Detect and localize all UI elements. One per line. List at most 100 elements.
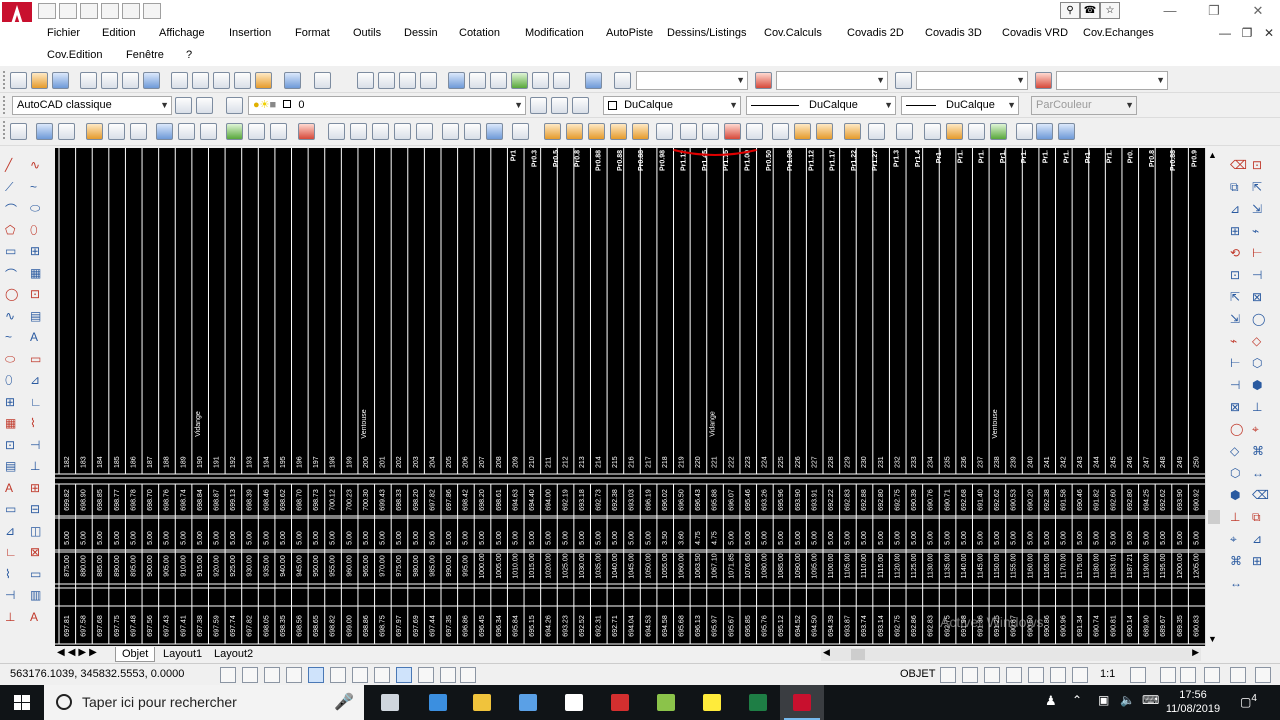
status-toggle-icon-24[interactable] bbox=[1230, 667, 1246, 683]
scroll-down-icon[interactable]: ▼ bbox=[1208, 634, 1217, 644]
covadis-tool-icon-8[interactable] bbox=[178, 123, 195, 140]
movie-maker-icon[interactable] bbox=[644, 685, 688, 720]
dim-tool-icon-7[interactable]: ⊡ bbox=[30, 287, 44, 301]
dim-tool-icon-14[interactable]: ⊣ bbox=[30, 438, 44, 452]
multileader-style-icon[interactable] bbox=[1035, 72, 1052, 89]
menu-cov-echanges[interactable]: Cov.Echanges bbox=[1083, 22, 1154, 44]
modify-tool-icon-15[interactable]: ⬡ bbox=[1230, 466, 1244, 480]
undo-icon[interactable] bbox=[122, 3, 140, 19]
draw-tool-icon-13[interactable]: ▦ bbox=[5, 416, 19, 430]
menu-modification[interactable]: Modification bbox=[525, 22, 584, 44]
covadis-tool-icon-28[interactable] bbox=[656, 123, 673, 140]
3d-dwf-icon[interactable] bbox=[143, 72, 160, 89]
block-editor-icon[interactable] bbox=[255, 72, 272, 89]
covadis-tool-icon-6[interactable] bbox=[130, 123, 147, 140]
coordinates-readout[interactable]: 563176.1039, 345832.5553, 0.0000 bbox=[10, 668, 184, 680]
modify-tool-icon-16[interactable]: ⬢ bbox=[1230, 488, 1244, 502]
inquiry-tool-icon-9[interactable]: ◇ bbox=[1252, 334, 1266, 348]
draw-tool-icon-11[interactable]: ⬯ bbox=[5, 373, 19, 387]
workspace-toolbar-icon[interactable] bbox=[196, 97, 213, 114]
menu-help[interactable]: ? bbox=[186, 44, 192, 66]
multileader-style-combo[interactable]: ▼ bbox=[1056, 71, 1168, 90]
media-player-icon[interactable] bbox=[598, 685, 642, 720]
pan-icon[interactable] bbox=[357, 72, 374, 89]
cut-icon[interactable] bbox=[171, 72, 188, 89]
covadis-tool-icon-39[interactable] bbox=[924, 123, 941, 140]
mail-icon[interactable] bbox=[552, 685, 596, 720]
status-toggle-icon-10[interactable] bbox=[418, 667, 434, 683]
covadis-tool-icon-43[interactable] bbox=[1016, 123, 1033, 140]
status-toggle-icon-14[interactable] bbox=[962, 667, 978, 683]
file-explorer-icon[interactable] bbox=[460, 685, 504, 720]
status-toggle-icon-13[interactable] bbox=[940, 667, 956, 683]
dim-tool-icon-19[interactable]: ⊠ bbox=[30, 545, 44, 559]
covadis-tool-icon-2[interactable] bbox=[36, 123, 53, 140]
inquiry-tool-icon-18[interactable]: ⊿ bbox=[1252, 532, 1266, 546]
status-toggle-icon-23[interactable] bbox=[1204, 667, 1220, 683]
covadis-tool-icon-27[interactable] bbox=[632, 123, 649, 140]
autocad-icon[interactable] bbox=[780, 685, 824, 720]
modify-tool-icon-18[interactable]: ⌖ bbox=[1230, 532, 1244, 546]
covadis-tool-icon-17[interactable] bbox=[394, 123, 411, 140]
modify-tool-icon-1[interactable]: ⌫ bbox=[1230, 158, 1247, 172]
text-style-icon[interactable] bbox=[614, 72, 631, 89]
show-hidden-icons[interactable]: ⌃ bbox=[1072, 693, 1082, 707]
status-toggle-icon-16[interactable] bbox=[1006, 667, 1022, 683]
app-icon[interactable] bbox=[690, 685, 734, 720]
status-toggle-icon-15[interactable] bbox=[984, 667, 1000, 683]
menu-outils[interactable]: Outils bbox=[353, 22, 381, 44]
status-toggle-icon-11[interactable] bbox=[440, 667, 456, 683]
scroll-thumb[interactable] bbox=[1208, 510, 1220, 524]
dim-style-icon[interactable] bbox=[755, 72, 772, 89]
covadis-tool-icon-20[interactable] bbox=[464, 123, 481, 140]
drawing-close-icon[interactable]: ✕ bbox=[1258, 22, 1280, 44]
covadis-tool-icon-35[interactable] bbox=[816, 123, 833, 140]
draw-tool-icon-5[interactable]: ▭ bbox=[5, 244, 19, 258]
save-icon[interactable] bbox=[80, 3, 98, 19]
lineweight-combo[interactable]: DuCalque ▼ bbox=[901, 96, 1019, 115]
dim-tool-icon-22[interactable]: A bbox=[30, 610, 44, 624]
inquiry-tool-icon-11[interactable]: ⬢ bbox=[1252, 378, 1266, 392]
excel-icon[interactable] bbox=[736, 685, 780, 720]
communication-center-icon[interactable]: ☎ bbox=[1080, 2, 1100, 19]
toolbar-grip[interactable] bbox=[3, 71, 7, 89]
volume-icon[interactable]: 🔈 bbox=[1120, 693, 1135, 707]
menu-insertion[interactable]: Insertion bbox=[229, 22, 271, 44]
undo-icon[interactable] bbox=[284, 72, 301, 89]
covadis-tool-icon-7[interactable] bbox=[156, 123, 173, 140]
draw-tool-icon-17[interactable]: ▭ bbox=[5, 502, 19, 516]
table-style-combo[interactable]: ▼ bbox=[916, 71, 1028, 90]
menu-autopiste[interactable]: AutoPiste bbox=[606, 22, 653, 44]
new-file-icon[interactable] bbox=[38, 3, 56, 19]
covadis-tool-icon-24[interactable] bbox=[566, 123, 583, 140]
dim-tool-icon-13[interactable]: ⌇ bbox=[30, 416, 44, 430]
draw-tool-icon-18[interactable]: ⊿ bbox=[5, 524, 19, 538]
status-toggle-icon-4[interactable] bbox=[286, 667, 302, 683]
draw-tool-icon-12[interactable]: ⊞ bbox=[5, 395, 19, 409]
publish-icon[interactable] bbox=[122, 72, 139, 89]
inquiry-tool-icon-4[interactable]: ⌁ bbox=[1252, 224, 1266, 238]
drawing-restore-icon[interactable]: ❐ bbox=[1236, 22, 1258, 44]
status-toggle-icon-12[interactable] bbox=[460, 667, 476, 683]
menu-covadis-2d[interactable]: Covadis 2D bbox=[847, 22, 904, 44]
covadis-tool-icon-44[interactable] bbox=[1036, 123, 1053, 140]
covadis-tool-icon-33[interactable] bbox=[772, 123, 789, 140]
tab-objet[interactable]: Objet bbox=[115, 647, 156, 662]
properties-icon[interactable] bbox=[448, 72, 465, 89]
covadis-tool-icon-37[interactable] bbox=[868, 123, 885, 140]
inquiry-tool-icon-19[interactable]: ⊞ bbox=[1252, 554, 1266, 568]
draw-tool-icon-20[interactable]: ⌇ bbox=[5, 567, 19, 581]
zoom-realtime-icon[interactable] bbox=[378, 72, 395, 89]
status-toggle-icon-7[interactable] bbox=[352, 667, 368, 683]
status-toggle-icon-6[interactable] bbox=[330, 667, 346, 683]
dim-tool-icon-9[interactable]: A bbox=[30, 330, 44, 344]
modify-tool-icon-19[interactable]: ⌘ bbox=[1230, 554, 1244, 568]
tab-layout2[interactable]: Layout2 bbox=[208, 647, 260, 662]
text-style-combo[interactable]: ▼ bbox=[636, 71, 748, 90]
modify-tool-icon-17[interactable]: ⊥ bbox=[1230, 510, 1244, 524]
covadis-tool-icon-11[interactable] bbox=[248, 123, 265, 140]
covadis-tool-icon-34[interactable] bbox=[794, 123, 811, 140]
menu-dessins-listings[interactable]: Dessins/Listings bbox=[667, 22, 746, 44]
toolbar-grip[interactable] bbox=[3, 121, 7, 139]
draw-tool-icon-16[interactable]: A bbox=[5, 481, 19, 495]
